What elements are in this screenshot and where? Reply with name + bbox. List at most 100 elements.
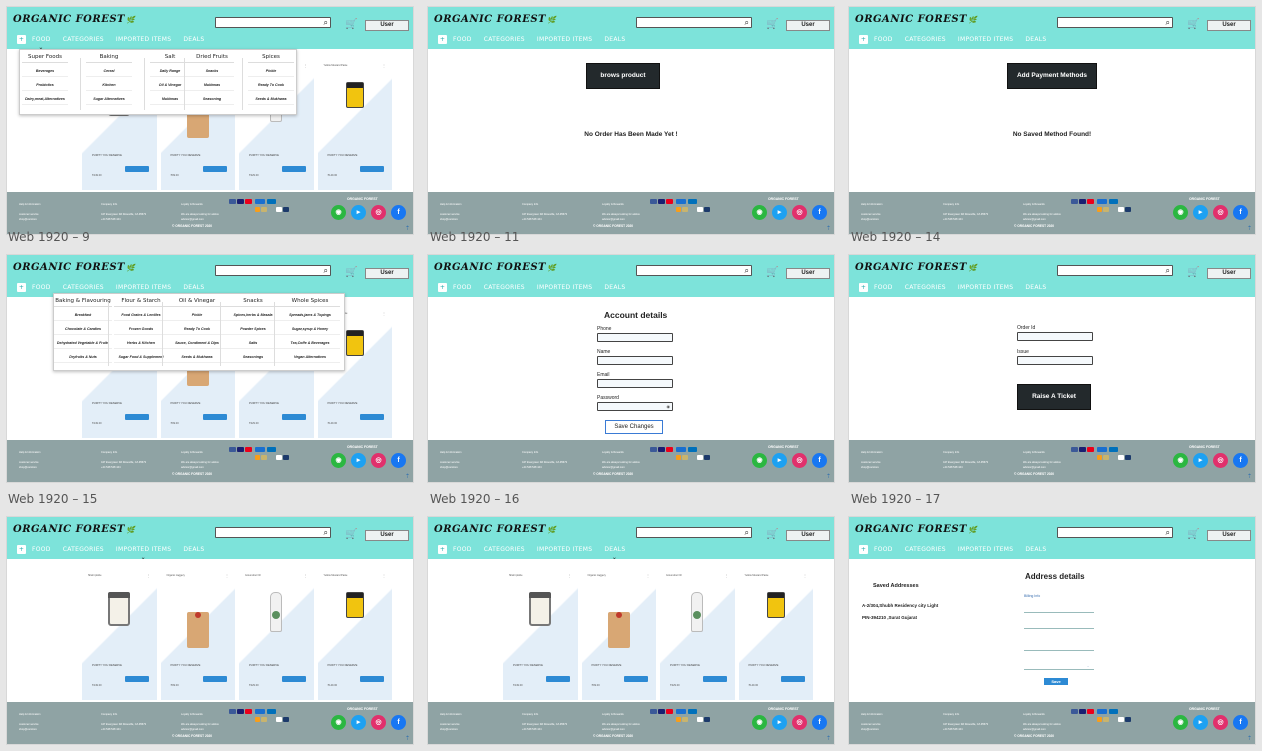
mega-menu-item[interactable]: Sauce, Condiment & Dips: [168, 341, 226, 349]
nav-item-imported[interactable]: IMPORTED ITEMS: [537, 36, 592, 43]
search-input[interactable]: ⌕: [215, 527, 331, 538]
twitter-icon[interactable]: ▸: [772, 453, 787, 468]
more-options-icon[interactable]: ⋮: [646, 573, 650, 578]
mega-menu-item[interactable]: Dehydrated Vegetable & Fruits: [54, 341, 112, 349]
user-button[interactable]: User: [1207, 530, 1251, 541]
twitter-icon[interactable]: ▸: [1193, 205, 1208, 220]
footer-loyalty-heading[interactable]: Loyalty & Rewards: [602, 712, 624, 717]
nav-item-deals[interactable]: DEALS: [183, 546, 204, 553]
search-icon[interactable]: ⌕: [745, 18, 749, 27]
search-input[interactable]: ⌕: [636, 265, 752, 276]
user-button[interactable]: User: [1207, 20, 1251, 31]
whatsapp-icon[interactable]: ◉: [331, 453, 346, 468]
user-button[interactable]: User: [786, 530, 830, 541]
twitter-icon[interactable]: ▸: [1193, 453, 1208, 468]
mega-menu-heading[interactable]: Spices: [248, 54, 294, 63]
menu-icon[interactable]: +: [17, 282, 26, 292]
scroll-top-icon[interactable]: ⇡: [826, 473, 831, 480]
add-to-cart-button[interactable]: [203, 414, 227, 420]
scroll-top-icon[interactable]: ⇡: [405, 225, 410, 232]
user-button[interactable]: User: [786, 20, 830, 31]
nav-item-deals[interactable]: DEALS: [1025, 36, 1046, 43]
nav-item-food[interactable]: FOOD: [453, 36, 472, 43]
product-image[interactable]: [345, 330, 364, 356]
mega-menu-heading[interactable]: Super Foods: [22, 54, 68, 63]
nav-item-food[interactable]: FOOD: [32, 546, 51, 553]
scroll-top-icon[interactable]: ⇡: [1247, 225, 1252, 232]
footer-company-heading[interactable]: Company Info: [943, 450, 959, 455]
mega-menu-heading[interactable]: Oil & Vinegar: [168, 298, 226, 307]
search-input[interactable]: ⌕: [215, 17, 331, 28]
raise-ticket-button[interactable]: Raise A Ticket: [1017, 384, 1091, 410]
footer-loyalty-heading[interactable]: Loyalty & Rewards: [1023, 712, 1045, 717]
nav-item-food[interactable]: FOOD ⌄: [32, 36, 51, 51]
cart-icon[interactable]: 🛒: [345, 19, 357, 31]
twitter-icon[interactable]: ▸: [772, 205, 787, 220]
more-options-icon[interactable]: ⋮: [382, 311, 386, 316]
footer-help-heading[interactable]: Help & Information: [440, 712, 461, 717]
nav-item-deals[interactable]: DEALS ⌄: [604, 546, 625, 561]
add-to-cart-button[interactable]: [203, 166, 227, 172]
add-to-cart-button[interactable]: [781, 676, 805, 682]
product-card[interactable]: Organic Jaggery ⋮ PURITY YOU DESERVE ₹99.00: [581, 570, 656, 700]
search-icon[interactable]: ⌕: [745, 266, 749, 275]
footer-company-heading[interactable]: Company Info: [943, 712, 959, 717]
footer-company-heading[interactable]: Company Info: [522, 202, 538, 207]
menu-icon[interactable]: +: [859, 282, 868, 292]
whatsapp-icon[interactable]: ◉: [752, 453, 767, 468]
scroll-top-icon[interactable]: ⇡: [405, 473, 410, 480]
more-options-icon[interactable]: ⋮: [304, 573, 308, 578]
footer-help-heading[interactable]: Help & Information: [19, 712, 40, 717]
nav-item-imported[interactable]: IMPORTED ITEMS: [537, 546, 592, 553]
cart-icon[interactable]: 🛒: [1187, 19, 1199, 31]
nav-item-food[interactable]: FOOD: [32, 284, 51, 291]
product-image[interactable]: [691, 592, 704, 632]
mega-menu-item[interactable]: Chocolate & Candies: [54, 327, 112, 335]
instagram-icon[interactable]: ◎: [792, 205, 807, 220]
mega-menu-item[interactable]: Vegan Alternatives: [280, 355, 340, 363]
mega-menu-item[interactable]: Seeds & Mukhwas: [168, 355, 226, 363]
footer-loyalty-heading[interactable]: Loyalty & Rewards: [181, 712, 203, 717]
nav-item-categories[interactable]: CATEGORIES: [484, 546, 525, 553]
search-input[interactable]: ⌕: [636, 527, 752, 538]
footer-loyalty-heading[interactable]: Loyalty & Rewards: [602, 202, 624, 207]
footer-company-heading[interactable]: Company Info: [522, 450, 538, 455]
mega-menu-item[interactable]: Sugar Food & Supplement: [114, 355, 168, 363]
facebook-icon[interactable]: f: [1233, 453, 1248, 468]
phone-field[interactable]: [597, 333, 673, 342]
instagram-icon[interactable]: ◎: [792, 453, 807, 468]
mega-menu-item[interactable]: Snacks: [190, 69, 234, 77]
add-to-cart-button[interactable]: [545, 676, 570, 682]
nav-item-food[interactable]: FOOD: [874, 546, 893, 553]
mega-menu-heading[interactable]: Baking & Flavouring: [54, 298, 112, 307]
site-logo[interactable]: ORGANIC FOREST🌿: [434, 14, 556, 25]
product-image[interactable]: [345, 82, 364, 108]
instagram-icon[interactable]: ◎: [792, 715, 807, 730]
more-options-icon[interactable]: ⋮: [225, 573, 229, 578]
twitter-icon[interactable]: ▸: [351, 715, 366, 730]
mega-menu-item[interactable]: Breakfast: [54, 313, 112, 321]
mega-menu-item[interactable]: Dairy,meat,Alternatives: [22, 97, 68, 105]
search-icon[interactable]: ⌕: [324, 18, 328, 27]
instagram-icon[interactable]: ◎: [371, 453, 386, 468]
email-field[interactable]: [597, 379, 673, 388]
twitter-icon[interactable]: ▸: [351, 205, 366, 220]
facebook-icon[interactable]: f: [1233, 205, 1248, 220]
twitter-icon[interactable]: ▸: [351, 453, 366, 468]
mega-menu-item[interactable]: Spices,herbs & Masala: [226, 313, 280, 321]
product-image[interactable]: [529, 592, 552, 626]
footer-loyalty-heading[interactable]: Loyalty & Rewards: [1023, 450, 1045, 455]
instagram-icon[interactable]: ◎: [1213, 205, 1228, 220]
nav-item-deals[interactable]: DEALS: [183, 36, 204, 43]
menu-icon[interactable]: +: [438, 282, 447, 292]
facebook-icon[interactable]: f: [1233, 715, 1248, 730]
user-button[interactable]: User: [365, 20, 409, 31]
add-to-cart-button[interactable]: [203, 676, 227, 682]
instagram-icon[interactable]: ◎: [1213, 453, 1228, 468]
cart-icon[interactable]: 🛒: [1187, 267, 1199, 279]
save-address-button[interactable]: Save: [1044, 678, 1068, 685]
search-input[interactable]: ⌕: [636, 17, 752, 28]
mega-menu-item[interactable]: Frozen Goods: [114, 327, 168, 335]
facebook-icon[interactable]: f: [391, 453, 406, 468]
nav-item-imported[interactable]: IMPORTED ITEMS ⌄: [116, 546, 171, 561]
